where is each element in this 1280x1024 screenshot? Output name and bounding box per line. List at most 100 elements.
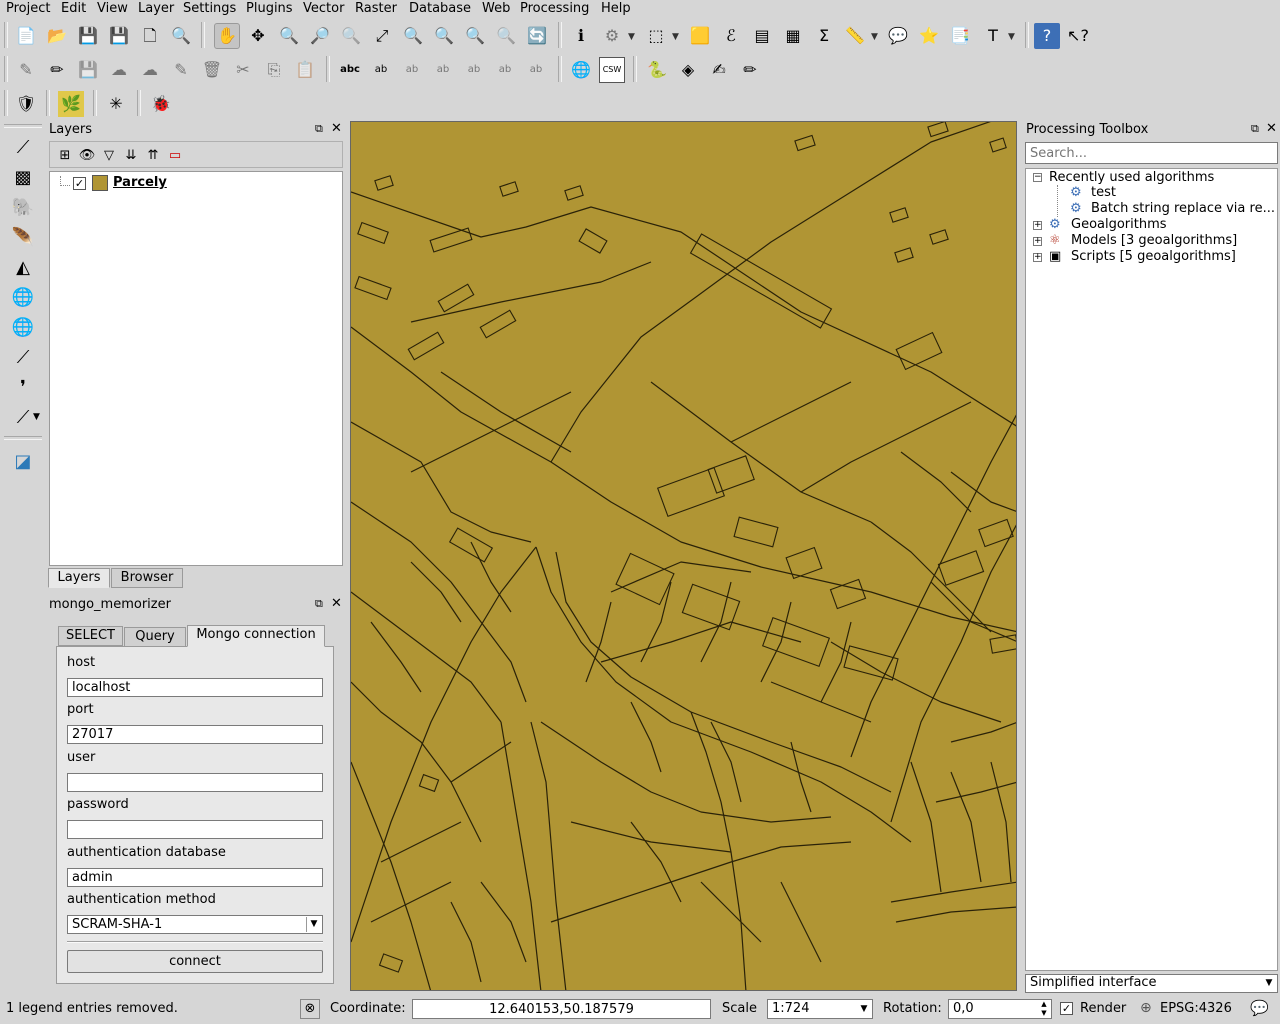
processing-search-input[interactable]	[1025, 142, 1278, 164]
chevron-down-icon[interactable]: ▼	[1262, 976, 1276, 991]
new-project-icon[interactable]: 📄	[13, 23, 39, 49]
menu-settings[interactable]: Settings	[183, 1, 236, 16]
metasearch-icon[interactable]: 🌐	[568, 57, 594, 83]
user-input[interactable]	[67, 773, 323, 792]
scale-select[interactable]: 1:724 ▼	[767, 999, 873, 1019]
port-input[interactable]	[67, 725, 323, 744]
expand-icon[interactable]: +	[1033, 237, 1042, 246]
coordinate-input[interactable]	[412, 999, 711, 1019]
action-icon[interactable]: ⚙	[599, 23, 625, 49]
select-by-expression-icon[interactable]: ℰ	[718, 23, 744, 49]
add-raster-layer-icon[interactable]: ▩	[8, 164, 38, 190]
save-project-icon[interactable]: 💾	[75, 23, 101, 49]
select-features-icon[interactable]: ⬚	[643, 23, 669, 49]
collapse-icon[interactable]: −	[1033, 173, 1042, 182]
toolbar-handle[interactable]	[4, 90, 8, 116]
menu-web[interactable]: Web	[482, 1, 510, 16]
measure-icon[interactable]: 📏	[842, 23, 868, 49]
recent-algorithm-item[interactable]: Batch string replace via re...	[1091, 201, 1275, 216]
help-contents-icon[interactable]: ?	[1034, 23, 1060, 49]
deselect-icon[interactable]: 🟨	[687, 23, 713, 49]
show-hide-labels-icon[interactable]: ab	[430, 57, 456, 83]
recent-algorithms-group[interactable]: Recently used algorithms	[1049, 170, 1214, 185]
expand-icon[interactable]: +	[1033, 253, 1042, 262]
add-wfs-layer-icon[interactable]: ⟋	[8, 344, 38, 370]
menu-processing[interactable]: Processing	[520, 1, 589, 16]
zoom-out-icon[interactable]: 🔎	[307, 23, 333, 49]
delete-selected-icon[interactable]: 🗑	[199, 57, 225, 83]
close-icon[interactable]: ✕	[331, 596, 342, 611]
render-checkbox[interactable]: ✓	[1060, 1002, 1073, 1015]
toolbar-handle[interactable]	[4, 22, 8, 48]
gps-plugin-icon[interactable]: ✳	[103, 91, 129, 117]
menu-vector[interactable]: Vector	[303, 1, 344, 16]
expand-icon[interactable]: +	[1033, 221, 1042, 230]
chevron-down-icon[interactable]: ▼	[871, 32, 878, 42]
geoalgorithms-group[interactable]: Geoalgorithms	[1071, 217, 1167, 232]
zoom-native-icon[interactable]: 🔍	[338, 23, 364, 49]
host-input[interactable]	[67, 678, 323, 697]
layer-visibility-checkbox[interactable]: ✓	[73, 177, 86, 190]
toggle-extents-icon[interactable]: ⊗	[300, 999, 320, 1019]
add-wms-layer-icon[interactable]: 🌐	[8, 284, 38, 310]
zoom-next-icon[interactable]: 🔍	[493, 23, 519, 49]
pencil-tool-icon[interactable]: ✏	[737, 57, 763, 83]
close-icon[interactable]: ✕	[1266, 121, 1277, 136]
toolbar-handle[interactable]	[4, 124, 42, 128]
float-panel-icon[interactable]: ⧉	[1251, 122, 1259, 136]
move-label-icon[interactable]: ab	[461, 57, 487, 83]
password-input[interactable]	[67, 820, 323, 839]
tab-browser[interactable]: Browser	[111, 568, 183, 588]
interface-mode-select[interactable]: Simplified interface ▼	[1025, 974, 1278, 993]
chevron-down-icon[interactable]: ▼	[1008, 32, 1015, 42]
save-edits-icon[interactable]: 💾	[75, 57, 101, 83]
menu-database[interactable]: Database	[409, 1, 471, 16]
zoom-in-icon[interactable]: 🔍	[276, 23, 302, 49]
add-mssql-layer-icon[interactable]: ◭	[8, 254, 38, 280]
composer-manager-icon[interactable]: 🔍	[168, 23, 194, 49]
menu-help[interactable]: Help	[601, 1, 631, 16]
add-feature-icon[interactable]: ☁	[106, 57, 132, 83]
identify-icon[interactable]: ℹ	[568, 23, 594, 49]
add-postgis-layer-icon[interactable]: 🐘	[8, 194, 38, 220]
new-print-composer-icon[interactable]: 🗋	[137, 23, 163, 49]
zoom-to-selection-icon[interactable]: 🔍	[400, 23, 426, 49]
bug-icon[interactable]: 🐞	[148, 91, 174, 117]
sum-icon[interactable]: Σ	[811, 23, 837, 49]
node-tool-icon[interactable]: ✎	[168, 57, 194, 83]
projection-icon[interactable]: ⊕	[1140, 1000, 1152, 1016]
chevron-down-icon[interactable]: ▼	[628, 32, 635, 42]
menu-layer[interactable]: Layer	[138, 1, 174, 16]
save-as-icon[interactable]: 💾	[106, 23, 132, 49]
chevron-down-icon[interactable]: ▼	[672, 32, 679, 42]
layer-name-parcely[interactable]: Parcely	[113, 175, 167, 190]
menu-view[interactable]: View	[97, 1, 128, 16]
label-icon[interactable]: abc	[337, 57, 363, 83]
toggle-editing-icon[interactable]: ✏	[44, 57, 70, 83]
add-spatialite-layer-icon[interactable]: 🪶	[8, 224, 38, 250]
tab-select[interactable]: SELECT	[58, 626, 123, 646]
new-bookmark-icon[interactable]: ⭐	[916, 23, 942, 49]
remove-layer-icon[interactable]: ▭	[162, 142, 188, 168]
rotate-label-icon[interactable]: ab	[492, 57, 518, 83]
refresh-icon[interactable]: 🔄	[524, 23, 550, 49]
pan-to-selection-icon[interactable]: ✥	[245, 23, 271, 49]
show-bookmarks-icon[interactable]: 📑	[947, 23, 973, 49]
spin-up-icon[interactable]: ▲	[1038, 1000, 1050, 1009]
plugin-leaf-icon[interactable]: 🌿	[58, 91, 84, 117]
attribute-table-icon[interactable]: ▤	[749, 23, 775, 49]
open-project-icon[interactable]: 📂	[44, 23, 70, 49]
statistics-icon[interactable]: ▦	[780, 23, 806, 49]
add-vector-layer-icon[interactable]: ⟋	[8, 134, 38, 160]
chevron-down-icon[interactable]: ▼	[33, 412, 40, 422]
float-panel-icon[interactable]: ⧉	[315, 122, 323, 136]
map-tips-icon[interactable]: 💬	[885, 23, 911, 49]
add-delimited-text-icon[interactable]: ❜	[8, 374, 38, 400]
scripts-group[interactable]: Scripts [5 geoalgorithms]	[1071, 249, 1236, 264]
spin-down-icon[interactable]: ▼	[1038, 1009, 1050, 1018]
current-edits-icon[interactable]: ✎	[13, 57, 39, 83]
add-wcs-layer-icon[interactable]: 🌐	[8, 314, 38, 340]
text-annotation-icon[interactable]: T	[980, 23, 1006, 49]
diagram-label-icon[interactable]: ab	[368, 57, 394, 83]
toolbar-handle[interactable]	[4, 56, 8, 82]
